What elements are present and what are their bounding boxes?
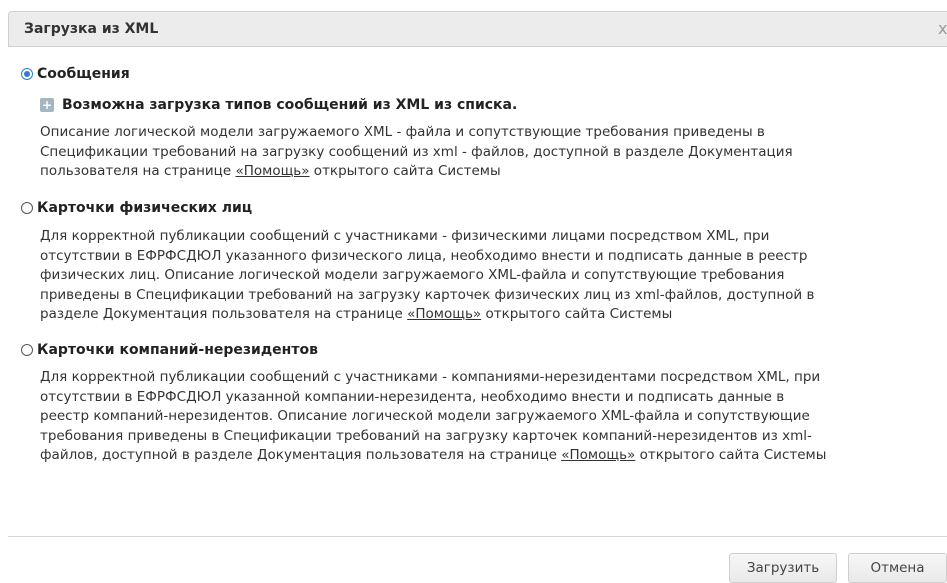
dialog-titlebar: Загрузка из XML x	[8, 11, 947, 47]
help-link[interactable]: «Помощь»	[407, 306, 481, 322]
radio-unchecked-icon[interactable]	[21, 202, 33, 214]
desc-line: Описание логической модели загружаемого …	[40, 124, 765, 140]
option-description: Описание логической модели загружаемого …	[40, 123, 945, 182]
desc-line: физических лиц. Описание логической моде…	[40, 267, 785, 283]
close-icon[interactable]: x	[938, 19, 947, 38]
desc-line: Спецификации требований на загрузку сооб…	[40, 143, 793, 160]
desc-line: отсутствии в ЕФРФСДЮЛ указанного физичес…	[40, 247, 808, 264]
radio-option-individuals[interactable]: Карточки физических лиц	[21, 200, 252, 216]
dialog-title: Загрузка из XML	[24, 21, 159, 37]
desc-line: реестр компаний-нерезидентов. Описание л…	[40, 408, 810, 424]
desc-text: файлов, доступной в разделе Документация…	[40, 447, 562, 463]
desc-text: открытого сайта Системы	[309, 163, 501, 179]
radio-checked-icon[interactable]	[21, 68, 33, 80]
desc-line: Для корректной публикации сообщений с уч…	[40, 228, 770, 244]
expand-message-types[interactable]: + Возможна загрузка типов сообщений из X…	[40, 97, 517, 113]
desc-text: открытого сайта Системы	[481, 306, 673, 322]
desc-line: отсутствии в ЕФРФСДЮЛ указанной компании…	[40, 388, 785, 405]
upload-button[interactable]: Загрузить	[729, 553, 837, 583]
desc-text: открытого сайта Системы	[635, 447, 827, 463]
desc-line: разделе Документация пользователя на стр…	[40, 305, 945, 325]
footer-divider	[8, 536, 947, 537]
radio-option-messages[interactable]: Сообщения	[21, 66, 130, 82]
desc-line: файлов, доступной в разделе Документация…	[40, 446, 945, 466]
desc-line: приведены в Спецификации требований на з…	[40, 286, 815, 303]
cancel-button[interactable]: Отмена	[848, 553, 947, 583]
option-label: Сообщения	[37, 66, 130, 82]
radio-option-nonresidents[interactable]: Карточки компаний-нерезидентов	[21, 342, 318, 358]
radio-unchecked-icon[interactable]	[21, 344, 33, 356]
option-description: Для корректной публикации сообщений с уч…	[40, 227, 945, 325]
option-label: Карточки физических лиц	[37, 200, 253, 216]
option-label: Карточки компаний-нерезидентов	[37, 342, 318, 358]
help-link[interactable]: «Помощь»	[561, 447, 635, 463]
expander-label: Возможна загрузка типов сообщений из XML…	[62, 97, 518, 113]
desc-text: разделе Документация пользователя на стр…	[40, 306, 408, 322]
desc-text: пользователя на странице	[40, 163, 236, 179]
option-description: Для корректной публикации сообщений с уч…	[40, 368, 945, 466]
plus-icon[interactable]: +	[40, 98, 54, 112]
desc-line: пользователя на странице «Помощь» открыт…	[40, 162, 945, 182]
desc-line: требования приведены в Спецификации треб…	[40, 427, 812, 444]
desc-line: Для корректной публикации сообщений с уч…	[40, 369, 821, 385]
help-link[interactable]: «Помощь»	[235, 163, 309, 179]
